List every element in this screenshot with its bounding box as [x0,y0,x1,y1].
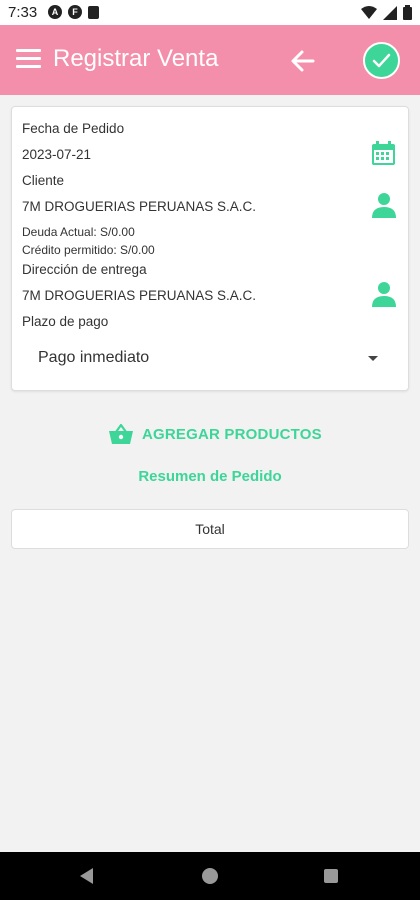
menu-icon[interactable] [16,49,41,69]
order-form-card: Fecha de Pedido 2023-07-21 Cliente 7M DR… [11,106,409,391]
basket-icon [109,423,133,444]
plazo-label: Plazo de pago [22,314,109,329]
calendar-icon[interactable] [370,140,397,167]
nav-back-icon[interactable] [80,868,93,884]
wifi-icon [361,5,377,19]
nav-recents-icon[interactable] [324,869,338,883]
nav-home-icon[interactable] [202,868,218,884]
credito-permitido: Crédito permitido: S/0.00 [22,243,155,257]
status-notification-icons: A F [48,5,99,19]
plazo-select[interactable]: Pago inmediato [22,341,398,377]
deuda-actual: Deuda Actual: S/0.00 [22,225,135,239]
cliente-label: Cliente [22,173,65,188]
direccion-label: Dirección de entrega [22,262,147,277]
system-nav-bar [0,852,420,900]
total-button[interactable]: Total [11,509,409,549]
fecha-label: Fecha de Pedido [22,121,125,136]
sd-card-icon [88,5,99,19]
status-bar: 7:33 A F [0,0,420,25]
cliente-value[interactable]: 7M DROGUERIAS PERUANAS S.A.C. [22,199,256,214]
app-a-icon: A [48,5,62,19]
person-icon[interactable] [370,280,398,308]
status-time: 7:33 [8,4,38,21]
order-summary-link[interactable]: Resumen de Pedido [0,468,420,485]
direccion-value[interactable]: 7M DROGUERIAS PERUANAS S.A.C. [22,288,256,303]
add-products-button[interactable]: AGREGAR PRODUCTOS [108,416,322,452]
chevron-down-icon [368,356,378,361]
battery-icon [403,5,412,20]
app-f-icon: F [68,5,82,19]
signal-icon [383,5,397,20]
app-bar: Registrar Venta [0,25,420,95]
confirm-check-button[interactable] [363,42,400,79]
plazo-value: Pago inmediato [38,349,150,366]
status-system-icons [361,5,412,20]
fecha-value[interactable]: 2023-07-21 [22,147,91,162]
check-icon [372,53,391,68]
person-icon[interactable] [370,191,398,219]
page-title: Registrar Venta [53,45,219,72]
add-products-label: AGREGAR PRODUCTOS [142,425,322,443]
back-arrow-icon[interactable] [289,47,317,75]
